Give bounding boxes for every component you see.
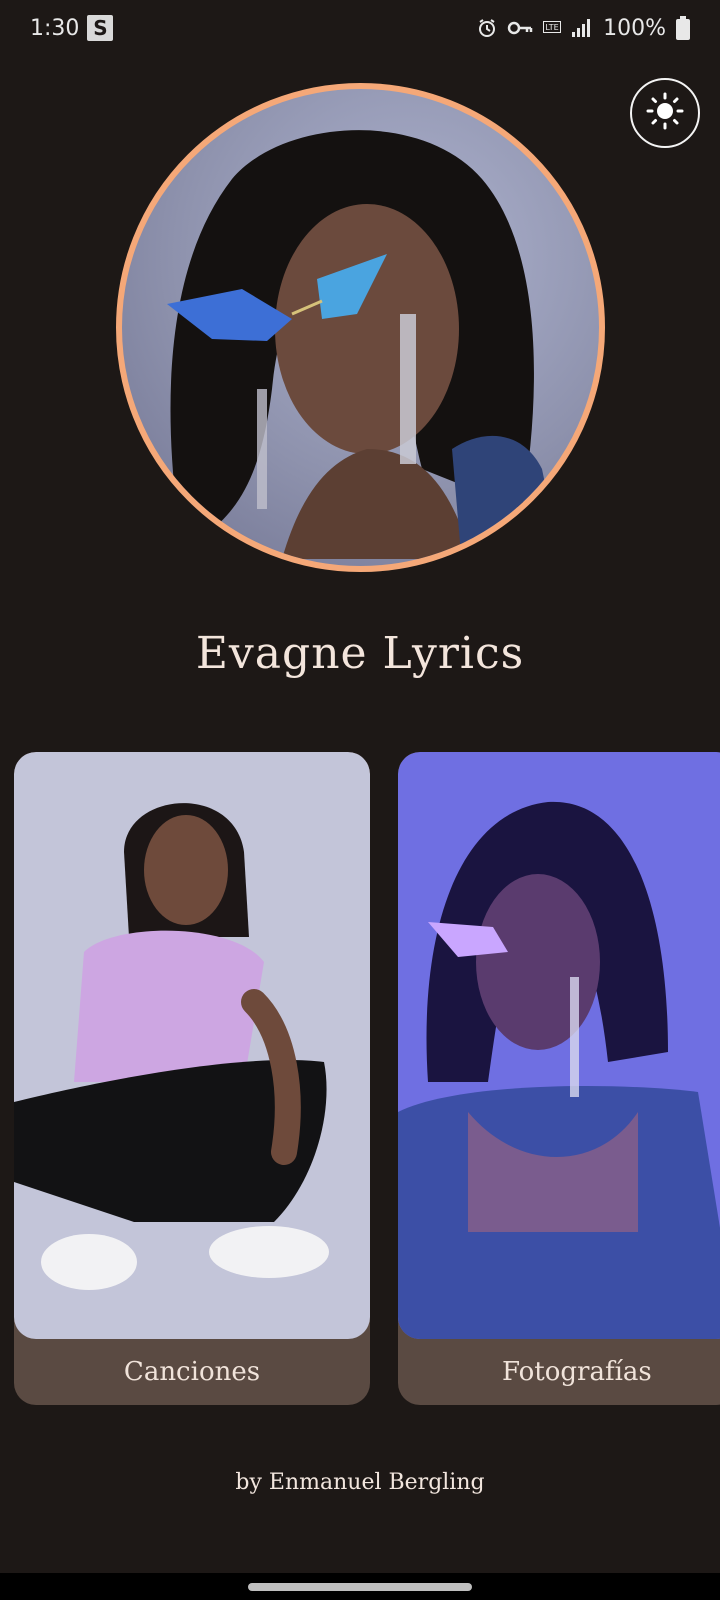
signal-icon	[571, 18, 593, 38]
theme-toggle-button[interactable]	[630, 78, 700, 148]
avatar-portrait-image	[167, 130, 562, 566]
card-fotografias[interactable]: Fotografías	[398, 752, 720, 1405]
status-right: LTE 100%	[477, 16, 690, 41]
card-canciones[interactable]: Canciones	[14, 752, 370, 1405]
card-canciones-photo	[14, 752, 370, 1339]
alarm-icon	[477, 18, 497, 38]
battery-icon	[676, 16, 690, 40]
battery-percent: 100%	[603, 15, 666, 41]
app-title: Evagne Lyrics	[195, 628, 525, 679]
sun-icon	[645, 91, 685, 135]
author-credit: by Enmanuel Bergling	[235, 1470, 485, 1495]
app-screen: 1:30 S LTE 100% Evagne Lyrics Canciones …	[0, 0, 720, 1600]
status-left: 1:30 S	[30, 15, 114, 41]
card-carousel[interactable]: Canciones Fotografías	[0, 752, 720, 1407]
status-bar: 1:30 S LTE 100%	[0, 0, 720, 56]
lte-icon: LTE	[543, 21, 562, 35]
card-canciones-label: Canciones	[123, 1357, 261, 1387]
s-badge-icon: S	[87, 15, 114, 41]
card-fotografias-label: Fotografías	[502, 1357, 652, 1387]
key-icon	[507, 19, 533, 37]
profile-avatar	[116, 83, 605, 572]
lte-label: LTE	[545, 23, 558, 32]
card-fotografias-photo	[398, 752, 720, 1339]
status-time: 1:30	[30, 15, 80, 41]
home-indicator[interactable]	[248, 1583, 472, 1591]
